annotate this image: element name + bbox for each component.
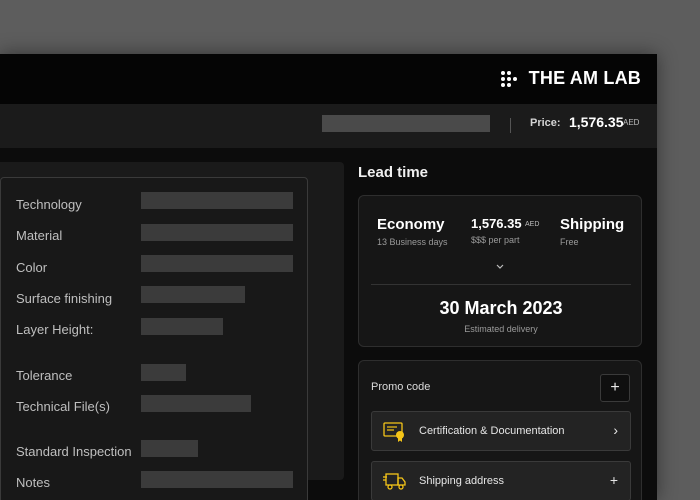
spec-label-technical-files: Technical File(s) [16, 399, 110, 414]
shipping-address-label: Shipping address [419, 475, 505, 487]
spec-value-technical-files [141, 395, 251, 412]
certification-documentation-label: Certification & Documentation [419, 425, 565, 437]
spec-value-tolerance [141, 364, 186, 381]
spec-summary-panel: Technology Material Color Surface finish… [0, 177, 308, 500]
unit-price-currency: AED [525, 221, 540, 228]
top-header: THE AM LAB [0, 54, 657, 104]
spec-label-material: Material [16, 228, 63, 243]
economy-label: Economy [377, 216, 445, 233]
delivery-label: Estimated delivery [464, 324, 538, 334]
add-icon: + [609, 472, 618, 488]
spec-value-color [141, 255, 293, 272]
unit-price: 1,576.35 [471, 216, 522, 231]
per-part-label: $$$ per part [471, 235, 520, 245]
price-divider [510, 118, 511, 133]
certification-documentation-button[interactable]: Certification & Documentation › [371, 411, 631, 451]
truck-icon [383, 473, 406, 490]
certificate-icon [383, 422, 404, 442]
spec-label-standard-inspection: Standard Inspection [16, 444, 132, 459]
spec-value-technology [141, 192, 293, 209]
promo-card: Promo code + Certification & Documentati… [358, 360, 642, 500]
spec-value-notes [141, 471, 293, 488]
spec-label-technology: Technology [16, 197, 82, 212]
spec-label-notes: Notes [16, 475, 50, 490]
add-promo-code-button[interactable]: + [600, 374, 630, 402]
spec-label-layer-height: Layer Height: [16, 322, 94, 337]
economy-days: 13 Business days [377, 237, 448, 247]
price-bar-placeholder [322, 115, 490, 132]
shipping-address-button[interactable]: Shipping address + [371, 461, 631, 500]
shipping-cost: Free [560, 237, 579, 247]
spec-label-color: Color [16, 260, 48, 275]
spec-value-surface-finishing [141, 286, 245, 303]
spec-label-surface-finishing: Surface finishing [16, 291, 113, 306]
lead-time-title: Lead time [358, 164, 429, 181]
delivery-date: 30 March 2023 [439, 298, 563, 318]
lead-card-divider [371, 284, 631, 285]
brand-name: THE AM LAB [528, 68, 641, 88]
brand-logo[interactable]: THE AM LAB [500, 68, 641, 89]
app-window: THE AM LAB Price: 1,576.35 AED Technolog… [0, 54, 657, 500]
price-value: 1,576.35 [569, 114, 624, 130]
logo-dots-icon [500, 70, 517, 87]
spec-value-material [141, 224, 293, 241]
chevron-down-icon[interactable] [494, 262, 506, 272]
lead-time-card[interactable]: Economy 13 Business days 1,576.35 AED $$… [358, 195, 642, 347]
price-label: Price: [530, 117, 561, 129]
price-currency: AED [623, 118, 640, 127]
spec-value-layer-height [141, 318, 223, 335]
price-bar: Price: 1,576.35 AED [0, 104, 657, 148]
spec-value-standard-inspection [141, 440, 198, 457]
promo-code-label: Promo code [371, 381, 431, 393]
shipping-label: Shipping [560, 216, 625, 233]
spec-label-tolerance: Tolerance [16, 368, 73, 383]
chevron-right-icon: › [613, 422, 618, 438]
